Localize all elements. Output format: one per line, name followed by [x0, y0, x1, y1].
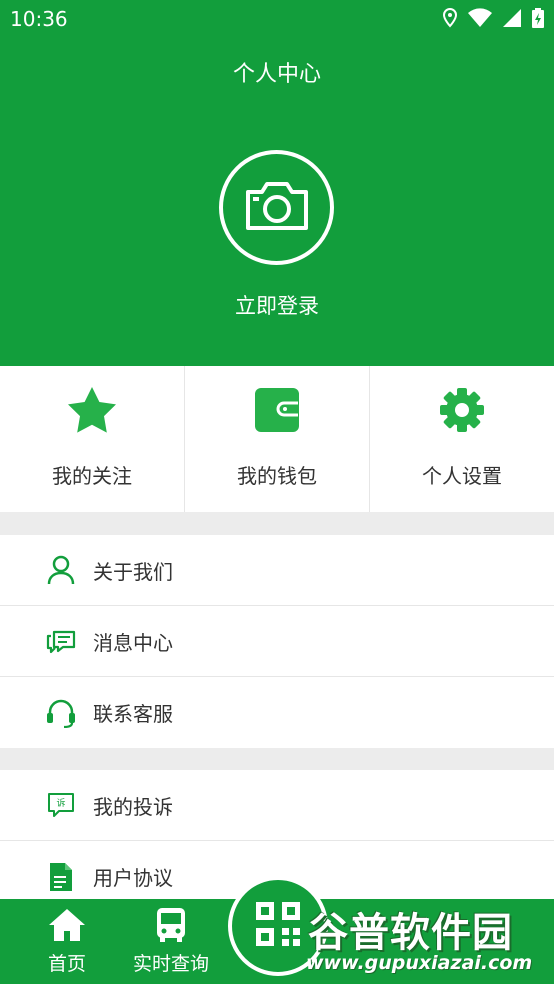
menu-label-messages: 消息中心: [93, 630, 173, 655]
status-icons: [442, 8, 544, 28]
quick-actions: 我的关注 我的钱包 个人设置: [0, 366, 554, 512]
page-title: 个人中心: [232, 62, 321, 87]
section-divider: [0, 512, 554, 535]
camera-icon: [244, 180, 310, 236]
home-icon: [48, 907, 86, 943]
status-bar: 10:36: [0, 0, 554, 38]
watermark-text: 谷普软件园: [308, 910, 513, 956]
bus-icon: [156, 907, 186, 943]
tab-label-realtime: 实时查询: [132, 953, 209, 975]
headset-icon: [46, 698, 76, 728]
user-icon: [46, 555, 76, 585]
menu-item-complaint[interactable]: 诉 我的投诉: [0, 770, 554, 841]
wifi-icon: [468, 8, 492, 28]
tab-realtime-query[interactable]: 实时查询: [124, 899, 218, 984]
svg-text:诉: 诉: [56, 797, 65, 809]
quick-label-follow: 我的关注: [52, 464, 132, 488]
location-icon: [442, 8, 458, 28]
menu-item-about[interactable]: 关于我们: [0, 535, 554, 606]
wallet-icon: [251, 384, 303, 436]
watermark: 谷普软件园 www.gupuxiazai.com: [300, 896, 550, 978]
gear-icon: [436, 384, 488, 436]
star-icon: [66, 384, 118, 436]
menu-label-about: 关于我们: [93, 559, 173, 584]
menu-label-agreement: 用户协议: [93, 866, 173, 890]
qr-code-icon: [256, 902, 300, 950]
signal-icon: [502, 8, 522, 28]
menu-group-primary: 关于我们 消息中心 联系客服: [0, 535, 554, 748]
quick-item-follow[interactable]: 我的关注: [0, 366, 185, 512]
message-icon: [46, 626, 76, 656]
profile-header: 10:36 个人中心 立即登录: [0, 0, 554, 366]
quick-label-settings: 个人设置: [422, 464, 502, 488]
tab-home[interactable]: 首页: [36, 899, 98, 984]
tab-label-home: 首页: [47, 953, 86, 975]
status-time: 10:36: [10, 7, 68, 31]
menu-label-complaint: 我的投诉: [93, 794, 173, 819]
complaint-icon: 诉: [46, 790, 76, 820]
avatar-button[interactable]: [219, 150, 334, 265]
login-link[interactable]: 立即登录: [0, 290, 554, 320]
quick-label-wallet: 我的钱包: [237, 464, 317, 488]
quick-item-settings[interactable]: 个人设置: [370, 366, 554, 512]
quick-item-wallet[interactable]: 我的钱包: [185, 366, 370, 512]
section-divider: [0, 748, 554, 770]
menu-label-support: 联系客服: [93, 702, 173, 726]
document-icon: [46, 862, 76, 892]
battery-icon: [532, 8, 544, 28]
watermark-url: www.gupuxiazai.com: [306, 952, 533, 974]
menu-item-support[interactable]: 联系客服: [0, 677, 554, 748]
menu-item-messages[interactable]: 消息中心: [0, 606, 554, 677]
